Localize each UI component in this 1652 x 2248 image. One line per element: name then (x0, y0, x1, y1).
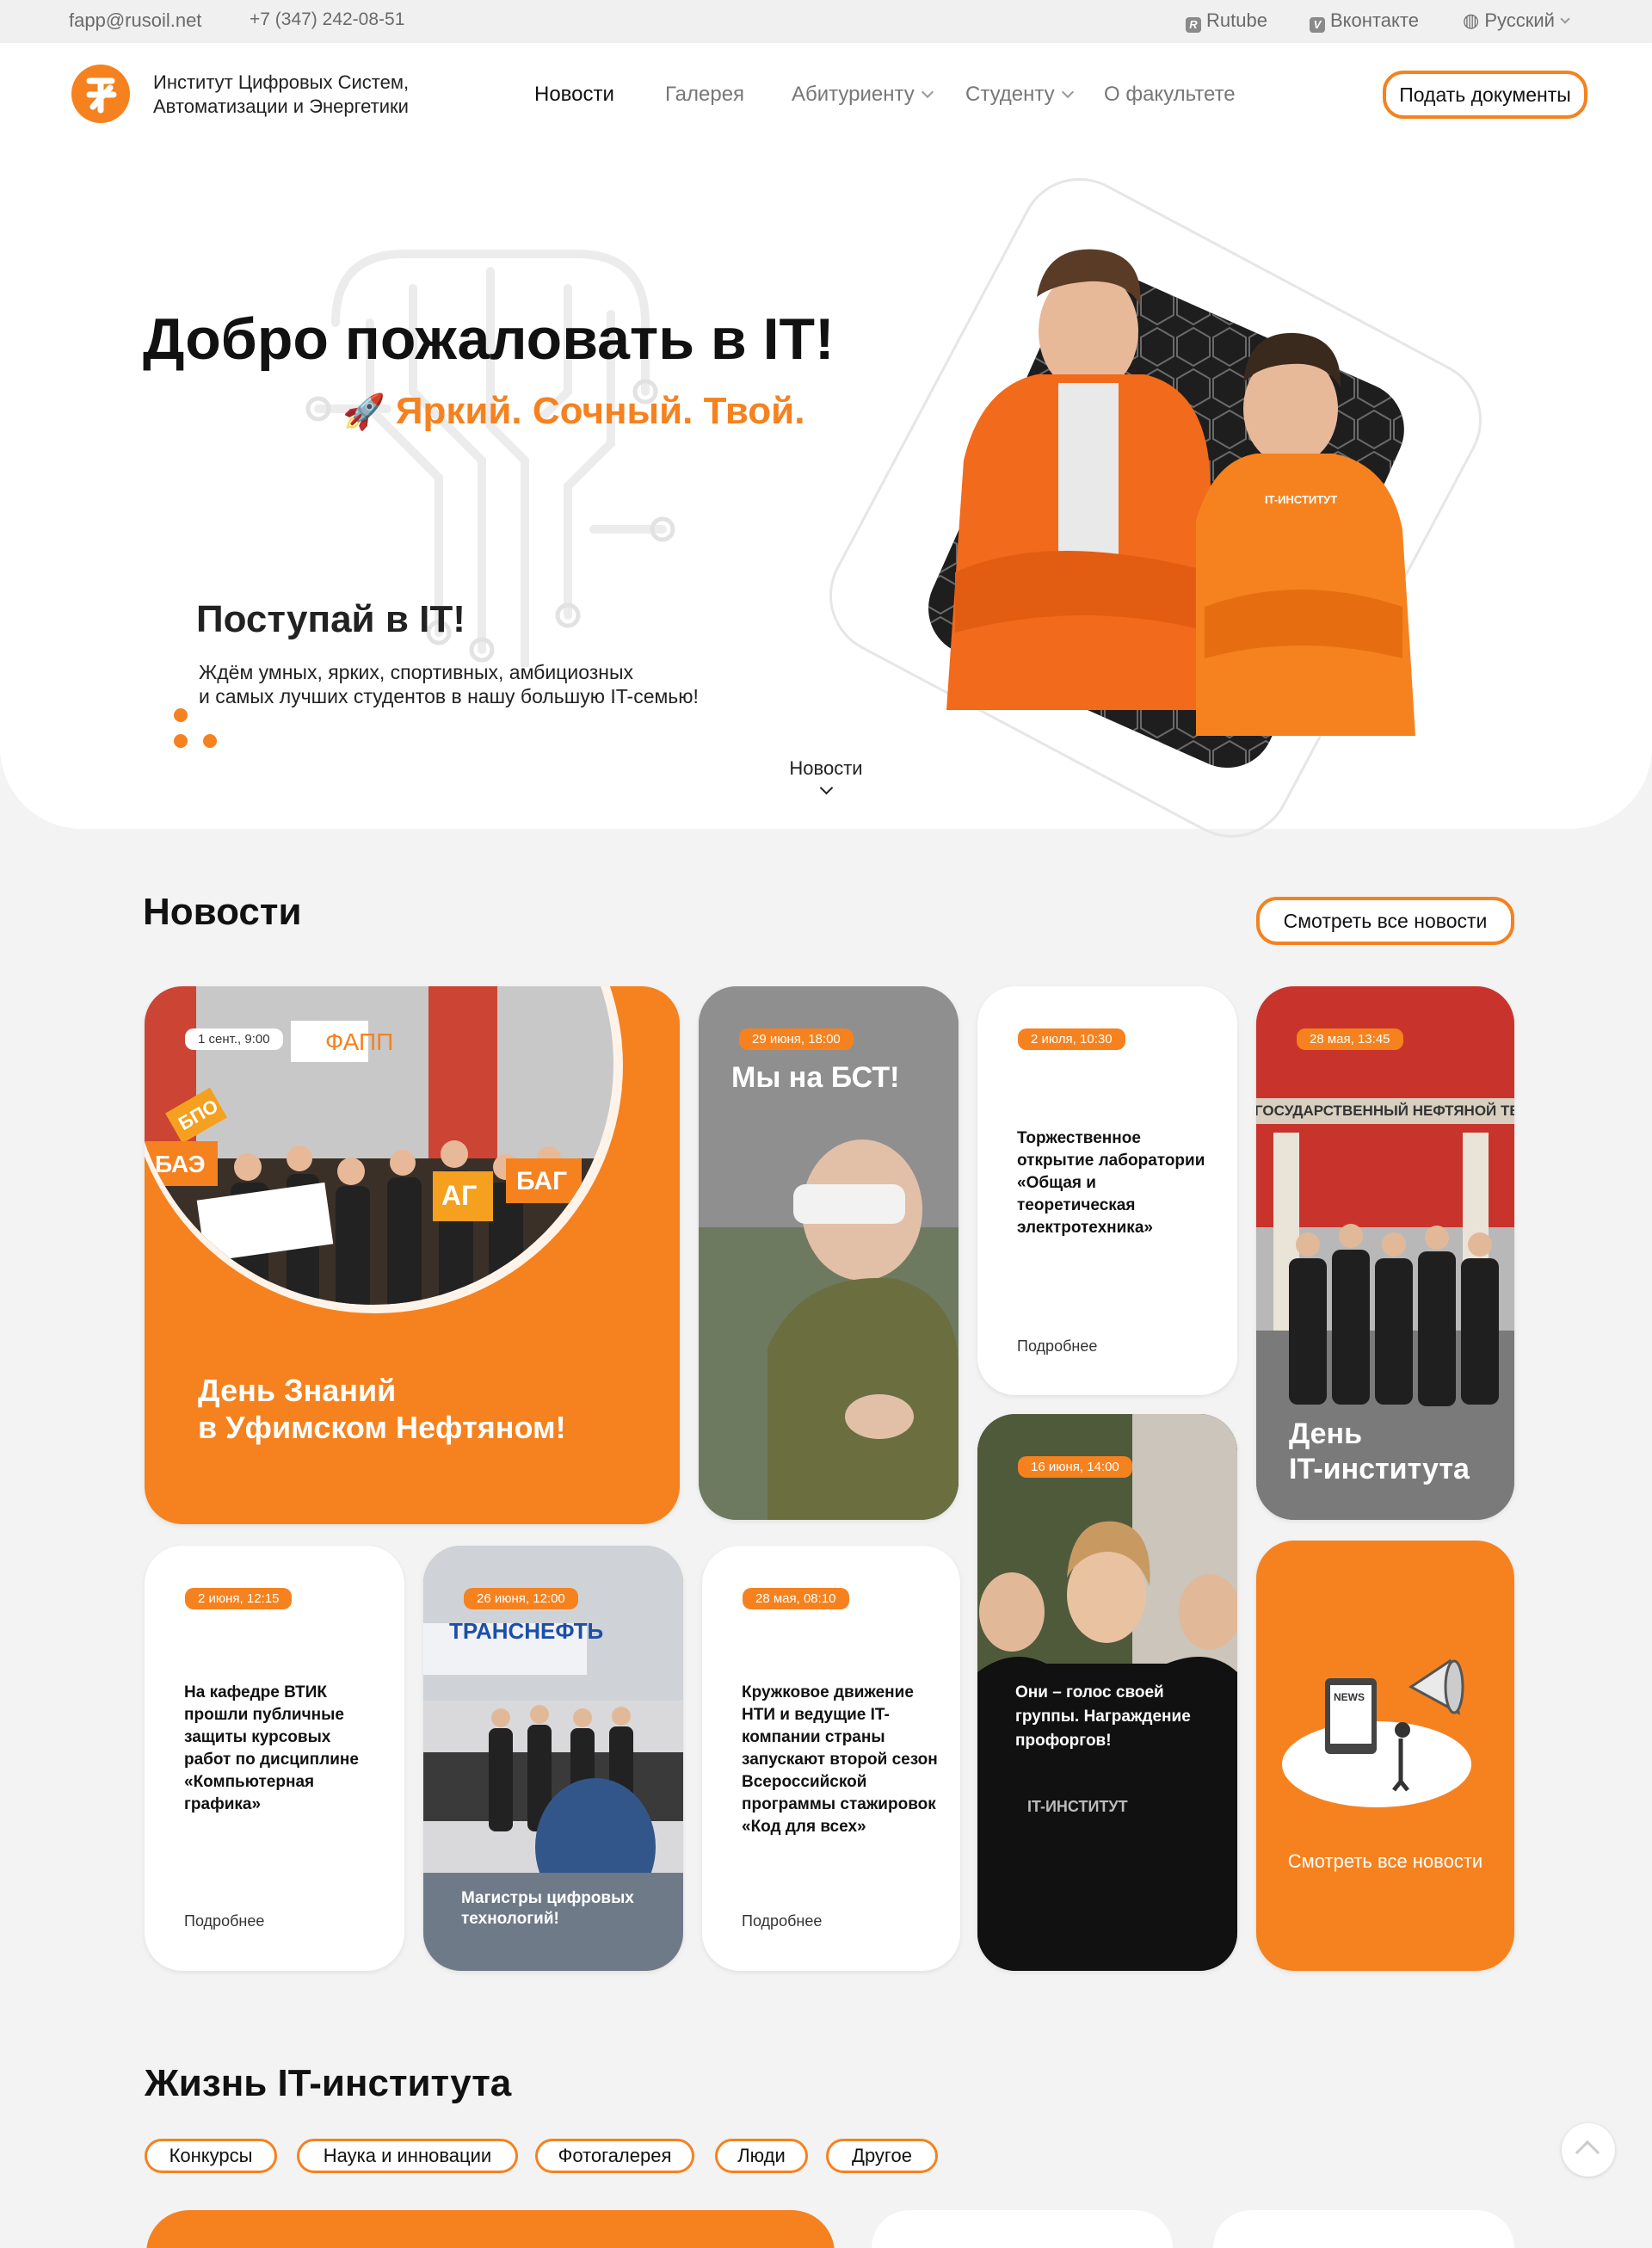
hero-title: Добро пожаловать в IT! (143, 306, 835, 372)
news-text: Торжественное открытие лаборатории «Обща… (1017, 1129, 1205, 1237)
sign-text: БАГ (516, 1167, 567, 1195)
all-news-label: Смотреть все новости (1287, 1850, 1483, 1872)
news-date: 2 июля, 10:30 (1018, 1028, 1125, 1050)
filter-science[interactable]: Наука и инновации (297, 2139, 518, 2173)
hero-subtitle: Поступай в IT! (196, 598, 465, 640)
news-date: 26 июня, 12:00 (464, 1588, 578, 1609)
news-date: 29 июня, 18:00 (739, 1028, 854, 1050)
hero-image: IT-ИНСТИТУТ (913, 249, 1420, 783)
news-date: 2 июня, 12:15 (185, 1588, 293, 1609)
megaphone-icon: NEWS (1282, 1658, 1471, 1807)
read-more-link[interactable]: Подробнее (184, 1912, 264, 1930)
news-card[interactable]: IT-ИНСТИТУТ 16 июня, 14:00 Они – голос с… (977, 1414, 1237, 1971)
life-card[interactable] (1213, 2210, 1514, 2248)
wall-text: ТРАНСНЕФТЬ (449, 1618, 603, 1644)
life-card[interactable] (146, 2210, 835, 2248)
news-card[interactable]: 29 июня, 18:00 Мы на БСТ! (699, 986, 959, 1520)
rutube-icon: R (1186, 17, 1201, 33)
life-card[interactable] (872, 2210, 1173, 2248)
news-card[interactable]: ТРАНСНЕФТЬ 26 июня, 12:00 Магистры цифро… (423, 1546, 683, 1971)
news-title: День IT-института (1289, 1417, 1470, 1485)
news-title: Мы на БСТ! (731, 1061, 900, 1094)
news-date: 16 июня, 14:00 (1018, 1456, 1132, 1478)
facade-text: ГОСУДАРСТВЕННЫЙ НЕФТЯНОЙ ТЕХНИЧЕСКИ (1256, 1102, 1514, 1119)
tshirt-text: IT-ИНСТИТУТ (1265, 493, 1337, 506)
sign-text: ФАПП (325, 1028, 393, 1055)
news-date: 28 мая, 13:45 (1297, 1028, 1403, 1050)
scroll-to-news[interactable]: Новости (757, 757, 895, 802)
nav-news[interactable]: Новости (534, 83, 614, 107)
chevron-down-icon (921, 85, 934, 99)
hero-tagline: 🚀 Яркий. Сочный. Твой. (342, 390, 805, 432)
vk-link[interactable]: V Вконтакте (1310, 9, 1419, 33)
news-date: 1 сент., 9:00 (185, 1028, 283, 1050)
nav-students[interactable]: Студенту (965, 83, 1074, 107)
chevron-down-icon (1560, 14, 1570, 24)
news-card[interactable]: ФАПП БПО БАЭ АГ БАГ 1 сент., 9:00 День З… (145, 986, 680, 1524)
nav-about[interactable]: О факультете (1104, 83, 1236, 107)
read-more-link[interactable]: Подробнее (1017, 1337, 1097, 1356)
news-text: Кружковое движение НТИ и ведущие IT-комп… (742, 1683, 938, 1836)
shirt-text: IT-ИНСТИТУТ (1027, 1798, 1128, 1815)
news-card[interactable]: 2 июля, 10:30 Торжественное открытие лаб… (977, 986, 1237, 1395)
logo-text[interactable]: Институт Цифровых Систем, Автоматизации … (153, 71, 409, 119)
news-text: На кафедре ВТИК прошли публичные защиты … (184, 1683, 359, 1813)
news-heading: Новости (143, 891, 302, 933)
hero-section: Добро пожаловать в IT! 🚀 Яркий. Сочный. Т… (0, 151, 1652, 859)
header: Институт Цифровых Систем, Автоматизации … (0, 43, 1652, 151)
rocket-icon: 🚀 (342, 393, 385, 431)
life-heading: Жизнь IT-института (145, 2062, 512, 2104)
sign-text: БАЭ (155, 1151, 206, 1177)
news-title: Магистры цифровых технологий! (461, 1889, 634, 1928)
language-select[interactable]: ◍ Русский (1463, 9, 1570, 32)
news-card[interactable]: ГОСУДАРСТВЕННЫЙ НЕФТЯНОЙ ТЕХНИЧЕСКИ 28 м… (1256, 986, 1514, 1520)
filter-photo-gallery[interactable]: Фотогалерея (535, 2139, 694, 2173)
globe-icon: ◍ (1463, 9, 1485, 31)
submit-documents-button[interactable]: Подать документы (1383, 71, 1587, 119)
chevron-down-icon (819, 781, 833, 795)
nav-applicants[interactable]: Абитуриенту (792, 83, 934, 107)
news-card[interactable]: 2 июня, 12:15 На кафедре ВТИК прошли пуб… (145, 1546, 404, 1971)
all-news-button[interactable]: Смотреть все новости (1256, 897, 1514, 945)
hero-text: Ждём умных, ярких, спортивных, амбициозн… (199, 661, 699, 707)
filter-contests[interactable]: Конкурсы (145, 2139, 277, 2173)
billboard-text: NEWS (1334, 1691, 1365, 1703)
sign-text: АГ (441, 1180, 477, 1211)
read-more-link[interactable]: Подробнее (742, 1912, 822, 1930)
rutube-link[interactable]: R Rutube (1186, 9, 1267, 33)
news-card[interactable]: 28 мая, 08:10 Кружковое движение НТИ и в… (702, 1546, 960, 1971)
chevron-down-icon (1061, 85, 1074, 99)
email-link[interactable]: fapp@rusoil.net (69, 9, 201, 32)
phone-link[interactable]: +7 (347) 242-08-51 (250, 9, 404, 30)
all-news-card[interactable]: NEWS Смотреть все новости (1256, 1541, 1514, 1971)
news-title: Они – голос своей группы. Награждение пр… (1015, 1683, 1191, 1750)
top-bar: fapp@rusoil.net +7 (347) 242-08-51 R Rutu… (0, 0, 1652, 43)
news-date: 28 мая, 08:10 (743, 1588, 849, 1609)
arrow-up-icon (1575, 2140, 1600, 2165)
filter-people[interactable]: Люди (715, 2139, 808, 2173)
scroll-top-button[interactable] (1562, 2123, 1615, 2177)
logo-icon[interactable] (71, 64, 131, 124)
vk-icon: V (1310, 17, 1325, 33)
filter-other[interactable]: Другое (826, 2139, 938, 2173)
news-title: День Знаний в Уфимском Нефтяном! (198, 1373, 566, 1446)
nav-gallery[interactable]: Галерея (665, 83, 744, 107)
